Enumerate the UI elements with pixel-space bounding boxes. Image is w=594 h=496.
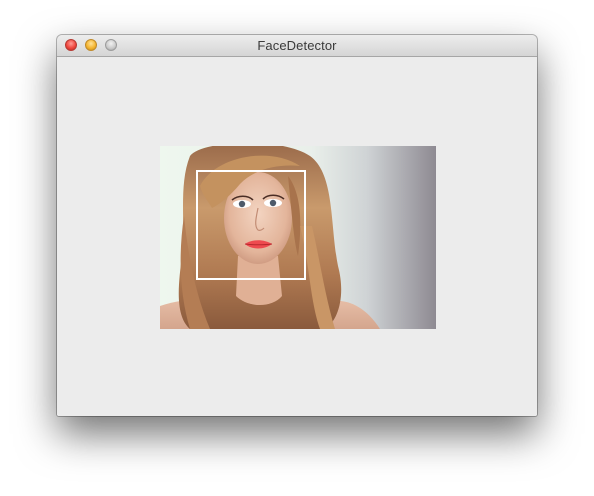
face-detection-box [196, 170, 306, 280]
app-window: FaceDetector [57, 35, 537, 416]
desktop: FaceDetector [0, 0, 594, 496]
window-title: FaceDetector [257, 38, 337, 53]
portrait-image [160, 146, 436, 329]
main-content [57, 57, 537, 416]
title-bar[interactable]: FaceDetector [57, 35, 537, 57]
